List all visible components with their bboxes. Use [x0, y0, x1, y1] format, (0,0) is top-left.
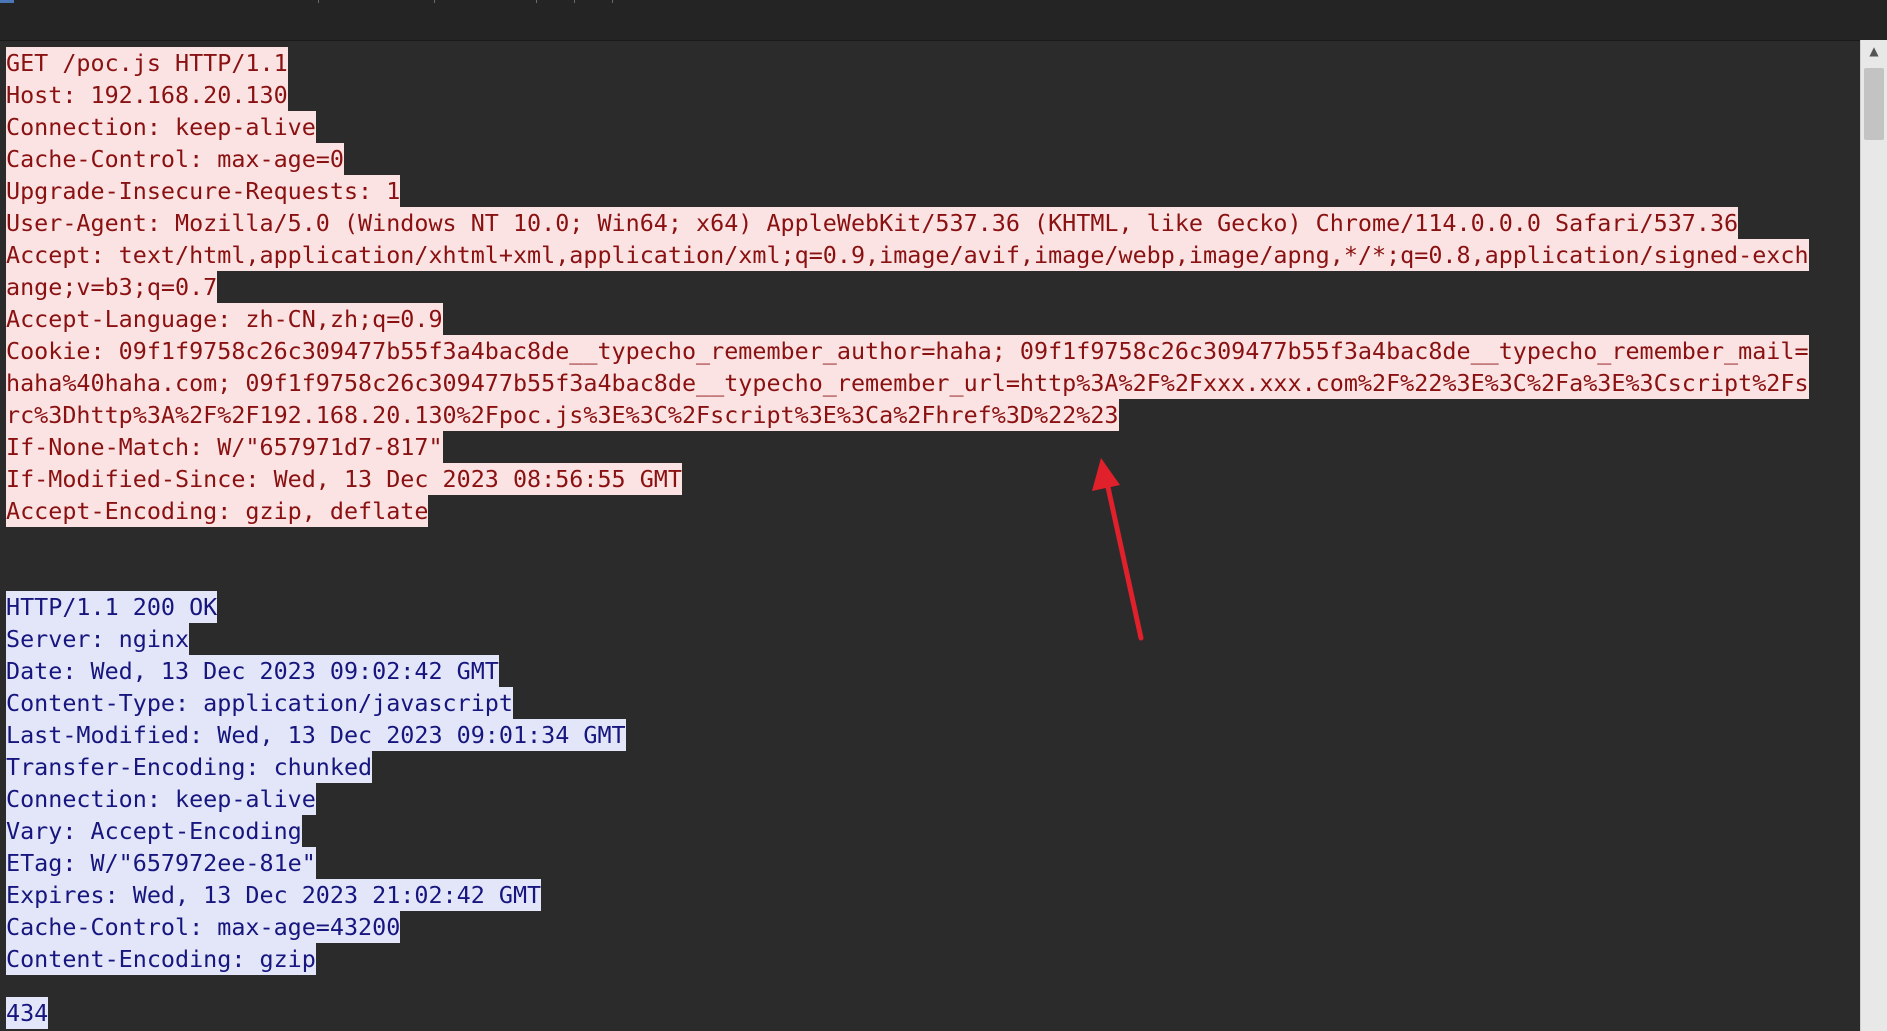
response-line: Last-Modified: Wed, 13 Dec 2023 09:01:34… [6, 719, 626, 751]
request-line: If-Modified-Since: Wed, 13 Dec 2023 08:5… [6, 463, 682, 495]
response-line: Content-Type: application/javascript [6, 687, 513, 719]
top-bar-divider [536, 0, 537, 3]
request-line: If-None-Match: W/"657971d7-817" [6, 431, 443, 463]
request-line: User-Agent: Mozilla/5.0 (Windows NT 10.0… [6, 207, 1739, 239]
top-bar-accent [0, 0, 14, 3]
response-line: HTTP/1.1 200 OK [6, 591, 218, 623]
http-response-block: HTTP/1.1 200 OK Server: nginx Date: Wed,… [6, 591, 1836, 1029]
stream-spacer [6, 975, 1836, 997]
request-line: Host: 192.168.20.130 [6, 79, 288, 111]
request-line: rc%3Dhttp%3A%2F%2F192.168.20.130%2Fpoc.j… [6, 399, 1119, 431]
request-line: GET /poc.js HTTP/1.1 [6, 47, 288, 79]
response-body-line: 434 [6, 997, 49, 1029]
http-request-block: GET /poc.js HTTP/1.1 Host: 192.168.20.13… [6, 47, 1836, 527]
request-line: haha%40haha.com; 09f1f9758c26c309477b55f… [6, 367, 1809, 399]
top-bar-divider [612, 0, 613, 3]
request-line: Connection: keep-alive [6, 111, 316, 143]
response-line: Cache-Control: max-age=43200 [6, 911, 401, 943]
response-line: Transfer-Encoding: chunked [6, 751, 373, 783]
response-line: Content-Encoding: gzip [6, 943, 316, 975]
tcp-stream-content[interactable]: GET /poc.js HTTP/1.1 Host: 192.168.20.13… [6, 47, 1836, 1031]
top-bar-divider [574, 0, 575, 3]
response-line: Date: Wed, 13 Dec 2023 09:02:42 GMT [6, 655, 499, 687]
response-line: ETag: W/"657972ee-81e" [6, 847, 316, 879]
top-bar-divider [434, 0, 435, 3]
triangle-up-icon[interactable]: ▲ [1861, 40, 1887, 62]
request-line: ange;v=b3;q=0.7 [6, 271, 218, 303]
response-line: Connection: keep-alive [6, 783, 316, 815]
response-line: Expires: Wed, 13 Dec 2023 21:02:42 GMT [6, 879, 542, 911]
request-line: Upgrade-Insecure-Requests: 1 [6, 175, 401, 207]
vertical-scrollbar[interactable]: ▲ [1860, 40, 1887, 1031]
request-line: Cache-Control: max-age=0 [6, 143, 344, 175]
request-line: Cookie: 09f1f9758c26c309477b55f3a4bac8de… [6, 335, 1809, 367]
response-line: Server: nginx [6, 623, 190, 655]
request-line: Accept-Language: zh-CN,zh;q=0.9 [6, 303, 443, 335]
top-bar-divider [318, 0, 319, 3]
window-top-bar [0, 0, 1887, 41]
response-line: Vary: Accept-Encoding [6, 815, 302, 847]
stream-spacer [6, 527, 1836, 591]
request-line: Accept-Encoding: gzip, deflate [6, 495, 429, 527]
request-line: Accept: text/html,application/xhtml+xml,… [6, 239, 1809, 271]
scrollbar-thumb[interactable] [1864, 68, 1884, 140]
